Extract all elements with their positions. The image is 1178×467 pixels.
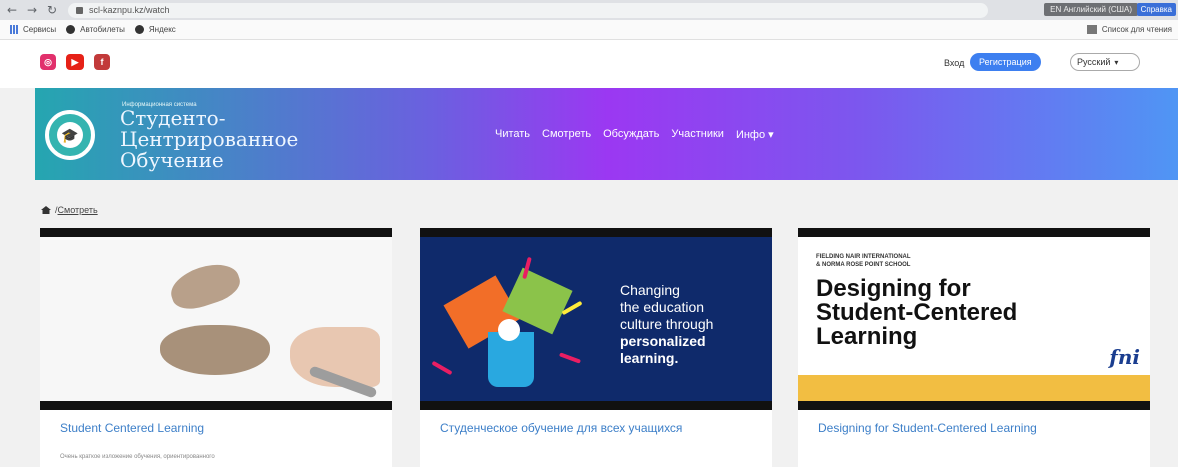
globe-icon [134, 25, 144, 34]
bookmarks-bar: Сервисы Автобилеты Яндекс Список для чте… [0, 20, 1178, 40]
thumbnail-heading: Designing for Student-Centered Learning [816, 275, 1018, 350]
forward-icon[interactable]: → [24, 3, 40, 17]
reading-list-label: Список для чтения [1101, 25, 1172, 34]
back-icon[interactable]: ← [4, 3, 20, 17]
graduation-cap-icon: 🎓 [57, 122, 83, 148]
video-title[interactable]: Student Centered Learning [60, 420, 380, 437]
language-select[interactable]: Русский ▾ [1070, 53, 1140, 71]
site-title-line2: Центрированное [120, 127, 299, 151]
breadcrumb-current[interactable]: Смотреть [58, 205, 98, 215]
logo[interactable]: 🎓 [45, 110, 95, 160]
url-text: scl-kaznpu.kz/watch [89, 5, 170, 15]
video-title[interactable]: Designing for Student-Centered Learning [818, 420, 1138, 437]
apps-icon [10, 25, 19, 34]
bookmark-yandex[interactable]: Яндекс [134, 25, 176, 34]
bookmark-tickets[interactable]: Автобилеты [66, 25, 125, 34]
video-description: Очень краткое изложение обучения, ориент… [60, 454, 215, 460]
video-title[interactable]: Студенческое обучение для всех учащихся [440, 420, 760, 437]
reload-icon[interactable]: ↻ [44, 3, 60, 17]
nav-info[interactable]: Инфо ▾ [736, 128, 774, 141]
youtube-icon[interactable]: ▶ [66, 54, 84, 70]
instagram-icon[interactable]: ◎ [40, 54, 56, 70]
video-thumbnail[interactable] [40, 228, 392, 410]
diagram-hub [498, 319, 520, 341]
video-thumbnail[interactable]: Changing the education culture through p… [420, 228, 772, 410]
site-title[interactable]: Студенто- Центрированное Обучение [120, 108, 298, 171]
thumbnail-subtitle: FIELDING NAIR INTERNATIONAL & NORMA ROSE… [816, 254, 911, 268]
site-top-strip: ◎ ▶ f Вход Регистрация Русский ▾ [0, 40, 1178, 88]
home-icon[interactable] [41, 206, 51, 214]
chevron-down-icon: ▾ [1114, 57, 1119, 67]
bookmark-label: Автобилеты [80, 25, 125, 34]
breadcrumb: / Смотреть [41, 205, 98, 215]
main-nav: Читать Смотреть Обсуждать Участники Инфо… [495, 128, 774, 141]
nav-members[interactable]: Участники [671, 128, 724, 141]
diagram-ray [558, 352, 582, 364]
bookmark-services[interactable]: Сервисы [10, 25, 56, 34]
video-card[interactable]: FIELDING NAIR INTERNATIONAL & NORMA ROSE… [798, 228, 1150, 467]
social-links: ◎ ▶ f [40, 54, 110, 70]
reading-list-icon [1086, 25, 1097, 34]
nav-discuss[interactable]: Обсуждать [603, 128, 659, 141]
video-thumbnail[interactable]: FIELDING NAIR INTERNATIONAL & NORMA ROSE… [798, 228, 1150, 410]
reading-list-button[interactable]: Список для чтения [1086, 25, 1172, 34]
video-card[interactable]: Student Centered Learning Очень краткое … [40, 228, 392, 467]
thumbnail-caption: Changing the education culture through p… [620, 282, 714, 366]
video-card[interactable]: Changing the education culture through p… [420, 228, 772, 467]
globe-icon [66, 25, 76, 34]
address-bar[interactable]: scl-kaznpu.kz/watch [68, 2, 988, 18]
language-value: Русский [1077, 57, 1111, 67]
fni-logo: fni [1109, 345, 1140, 369]
browser-toolbar: ← → ↻ scl-kaznpu.kz/watch EN Английский … [0, 0, 1178, 20]
bookmark-label: Яндекс [148, 25, 176, 34]
brain-image [160, 325, 270, 375]
main-content: / Смотреть Student Centered Learning Оче… [35, 180, 1178, 467]
site-header: 🎓 Информационная система Студенто- Центр… [35, 88, 1178, 180]
site-title-line3: Обучение [120, 148, 224, 172]
site-title-line1: Студенто- [120, 106, 226, 130]
nav-read[interactable]: Читать [495, 128, 530, 141]
help-button[interactable]: Справка [1136, 3, 1176, 16]
register-button[interactable]: Регистрация [970, 53, 1041, 71]
brain-image [165, 257, 245, 315]
diagram-ray [431, 360, 453, 376]
nav-watch[interactable]: Смотреть [542, 128, 591, 141]
facebook-icon[interactable]: f [94, 54, 110, 70]
login-link[interactable]: Вход [944, 58, 964, 68]
thumbnail-stripe [798, 375, 1150, 401]
lock-icon [76, 6, 83, 14]
translate-button[interactable]: EN Английский (США) [1044, 3, 1138, 16]
bookmark-label: Сервисы [23, 25, 57, 34]
